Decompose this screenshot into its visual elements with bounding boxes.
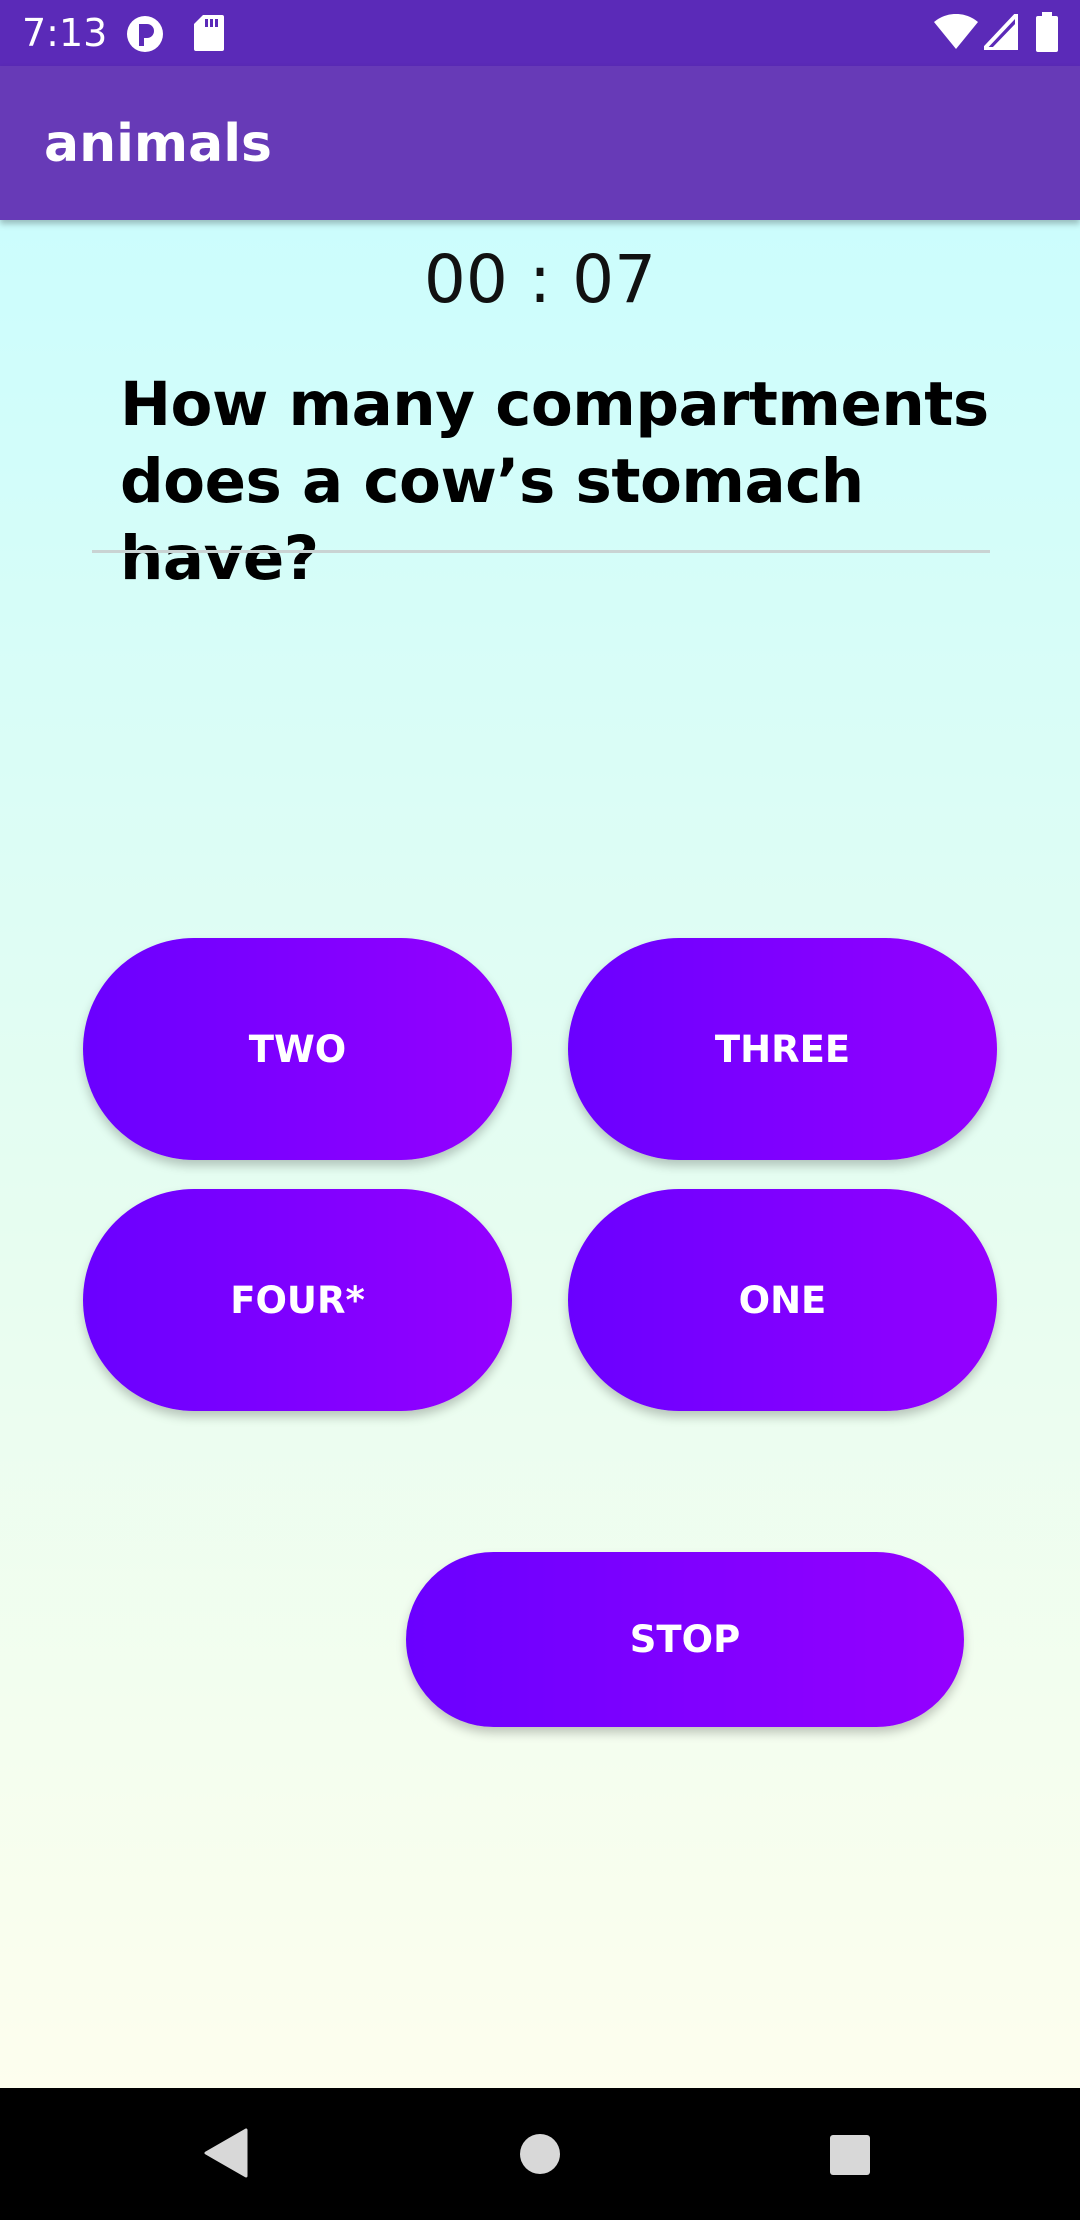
question-text: How many compartments does a cow’s stoma… (120, 369, 989, 594)
answer-button-two[interactable]: TWO (83, 938, 512, 1160)
quiz-screen: 00 : 07 How many compartments does a cow… (0, 220, 1080, 2088)
status-time: 7:13 (22, 11, 108, 55)
recents-icon[interactable] (829, 2134, 871, 2181)
app-title: animals (44, 114, 272, 174)
countdown-timer: 00 : 07 (423, 241, 657, 318)
home-icon[interactable] (519, 2133, 561, 2180)
answer-button-three[interactable]: THREE (568, 938, 997, 1160)
status-bar: 7:13 (0, 0, 1080, 66)
cell-signal-icon (979, 8, 1019, 55)
divider (92, 550, 990, 553)
sd-card-icon (194, 15, 224, 56)
battery-icon (1036, 12, 1058, 57)
wifi-icon (934, 13, 978, 55)
app-bar: animals (0, 66, 1080, 220)
stop-button[interactable]: STOP (406, 1552, 964, 1727)
back-icon[interactable] (204, 2128, 248, 2183)
notification-app-icon (126, 15, 164, 58)
answer-button-four[interactable]: FOUR* (83, 1189, 512, 1411)
answer-button-one[interactable]: ONE (568, 1189, 997, 1411)
system-navigation-bar (0, 2088, 1080, 2220)
